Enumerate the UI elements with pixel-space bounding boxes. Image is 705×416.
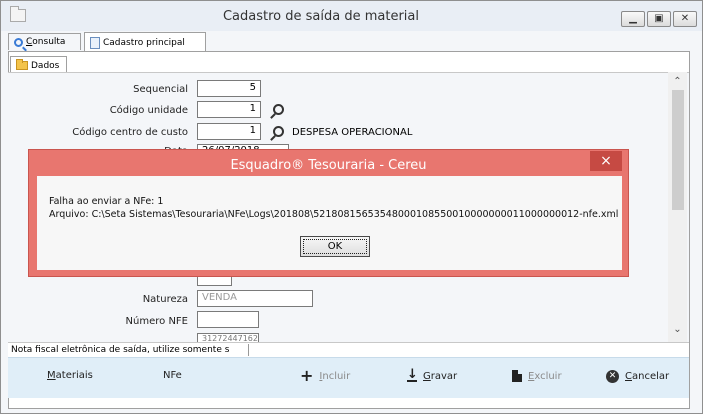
magnifier-icon xyxy=(14,37,23,47)
cancelar-mnemonic: C xyxy=(625,371,632,382)
materiais-label: ateriais xyxy=(55,370,93,381)
materiais-mnemonic: M xyxy=(47,370,56,381)
numero-nfe-label: Número NFE xyxy=(125,316,188,327)
save-icon xyxy=(407,367,418,382)
dialog-body: Falha ao enviar a NFe: 1 Arquivo: C:\Set… xyxy=(37,176,622,270)
sequencial-label: Sequencial xyxy=(133,84,188,95)
dialog-message-line2: Arquivo: C:\Seta Sistemas\Tesouraria\NFe… xyxy=(49,209,619,220)
dialog-title: Esquadro® Tesouraria - Cereu xyxy=(230,158,427,173)
centro-custo-label: Código centro de custo xyxy=(72,127,188,138)
plus-icon: + xyxy=(300,366,314,385)
codigo-unidade-label: Código unidade xyxy=(109,105,188,116)
minimize-button[interactable]: ▁ xyxy=(621,11,645,27)
maximize-button[interactable]: ▣ xyxy=(647,11,671,27)
scroll-up-icon[interactable]: ⌃ xyxy=(668,74,687,90)
minimize-icon: ▁ xyxy=(629,13,637,24)
tab-consulta[interactable]: Consulta xyxy=(8,33,81,50)
nfe-button[interactable]: NFe xyxy=(163,370,182,381)
dialog-close-button[interactable]: × xyxy=(590,151,622,171)
incluir-button[interactable]: + Incluir xyxy=(300,366,351,385)
excluir-label: xcluir xyxy=(534,370,562,382)
title-bar: Cadastro de saída de material ▁ ▣ ✕ xyxy=(1,1,702,31)
cancelar-label: ancelar xyxy=(631,371,670,382)
search-icon[interactable] xyxy=(273,104,284,115)
tab-consulta-label: onsulta xyxy=(32,37,66,47)
tab-cadastro-principal-label: Cadastro principal xyxy=(103,37,185,48)
tab-cadastro-principal[interactable]: Cadastro principal xyxy=(84,32,206,52)
close-icon: × xyxy=(600,153,612,169)
sequencial-field[interactable]: 5 xyxy=(197,80,261,97)
centro-custo-field[interactable]: 1 xyxy=(197,123,261,140)
folder-icon xyxy=(16,59,28,70)
materiais-button[interactable]: Materiais xyxy=(47,370,93,381)
centro-custo-description: DESPESA OPERACIONAL xyxy=(292,127,413,138)
dialog-message-line1: Falha ao enviar a NFe: 1 xyxy=(49,196,164,207)
status-divider xyxy=(248,344,669,356)
maximize-icon: ▣ xyxy=(654,13,664,24)
ok-button[interactable]: OK xyxy=(300,236,370,257)
codigo-unidade-field[interactable]: 1 xyxy=(197,101,261,118)
natureza-field[interactable]: VENDA xyxy=(197,290,313,307)
gravar-mnemonic: G xyxy=(423,370,431,382)
scroll-down-icon[interactable]: ⌄ xyxy=(668,322,687,338)
delete-icon xyxy=(512,370,522,382)
scroll-thumb[interactable] xyxy=(672,90,684,210)
window-title: Cadastro de saída de material xyxy=(222,9,419,24)
error-dialog: Esquadro® Tesouraria - Cereu × Falha ao … xyxy=(28,149,629,277)
extra-field[interactable]: 31272447162 xyxy=(197,333,259,342)
gravar-label: ravar xyxy=(430,370,458,382)
search-icon[interactable] xyxy=(273,126,284,137)
numero-nfe-field[interactable] xyxy=(197,311,259,328)
cancel-icon: ✕ xyxy=(606,370,619,383)
close-window-button[interactable]: ✕ xyxy=(673,11,697,27)
natureza-label: Natureza xyxy=(142,294,188,305)
document-icon xyxy=(90,36,100,49)
tab-dados-label: Dados xyxy=(31,60,60,71)
gravar-button[interactable]: Gravar xyxy=(407,367,458,382)
close-icon: ✕ xyxy=(680,13,690,24)
cancelar-button[interactable]: ✕ Cancelar xyxy=(606,370,669,383)
incluir-label: ncluir xyxy=(322,370,351,382)
nfe-label: NFe xyxy=(163,370,182,381)
excluir-button[interactable]: Excluir xyxy=(512,370,562,382)
